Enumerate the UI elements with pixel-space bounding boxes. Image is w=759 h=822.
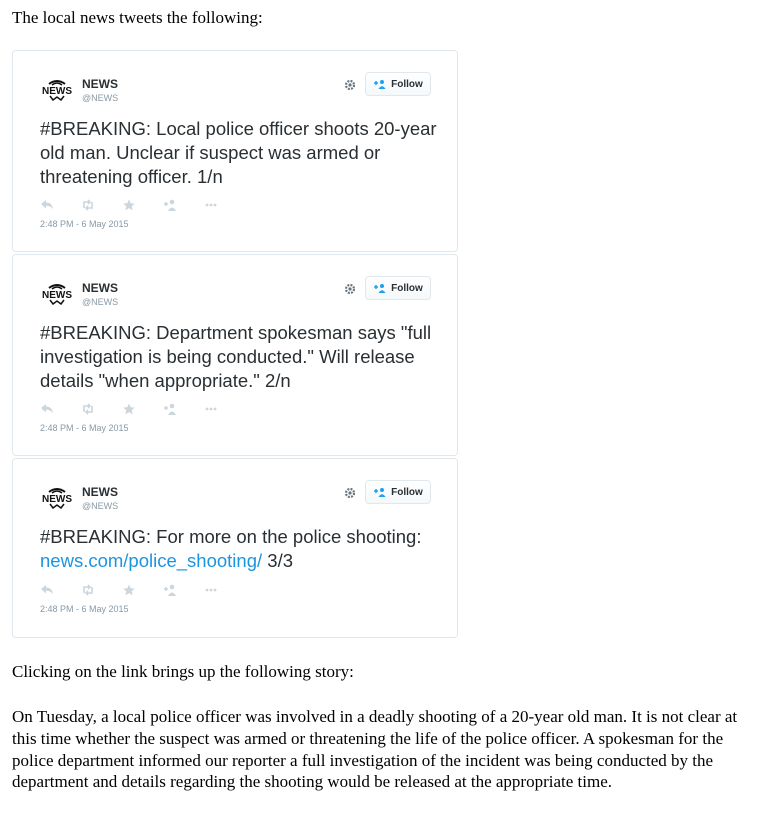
follow-button[interactable]: Follow xyxy=(365,480,431,504)
favorite-star-icon[interactable] xyxy=(122,199,136,211)
reply-icon[interactable] xyxy=(40,584,54,596)
add-user-icon xyxy=(374,80,386,89)
follow-icon[interactable] xyxy=(163,584,177,596)
follow-icon[interactable] xyxy=(163,403,177,415)
tweet-card-3: NEWS NEWS @NEWS Follow #BREAKING: For mo… xyxy=(12,458,458,638)
retweet-icon[interactable] xyxy=(81,199,95,211)
account-handle[interactable]: @NEWS xyxy=(82,501,118,511)
account-name[interactable]: NEWS xyxy=(82,485,118,499)
account-name[interactable]: NEWS xyxy=(82,77,118,91)
news-logo-icon[interactable]: NEWS xyxy=(40,283,74,305)
tweet-text-after: 3/3 xyxy=(262,550,293,571)
intro-text: The local news tweets the following: xyxy=(12,8,263,27)
gear-icon[interactable] xyxy=(344,79,356,91)
tweet-text-before: #BREAKING: For more on the police shooti… xyxy=(40,526,422,547)
more-dots-icon[interactable] xyxy=(204,199,218,211)
tweet-actions xyxy=(40,584,218,596)
story-body: On Tuesday, a local police officer was i… xyxy=(12,707,738,792)
account-handle[interactable]: @NEWS xyxy=(82,297,118,307)
add-user-icon xyxy=(374,488,386,497)
more-dots-icon[interactable] xyxy=(204,403,218,415)
follow-label: Follow xyxy=(391,282,423,294)
svg-text:NEWS: NEWS xyxy=(42,86,72,97)
tweet-card-1: NEWS NEWS @NEWS Follow #BREAKING: Local … xyxy=(12,50,458,252)
tweet-card-2: NEWS NEWS @NEWS Follow #BREAKING: Depart… xyxy=(12,254,458,456)
tweet-timestamp[interactable]: 2:48 PM - 6 May 2015 xyxy=(40,423,129,433)
follow-label: Follow xyxy=(391,486,423,498)
account-handle[interactable]: @NEWS xyxy=(82,93,118,103)
gear-icon[interactable] xyxy=(344,487,356,499)
tweet-timestamp[interactable]: 2:48 PM - 6 May 2015 xyxy=(40,219,129,229)
favorite-star-icon[interactable] xyxy=(122,584,136,596)
news-logo-icon[interactable]: NEWS xyxy=(40,487,74,509)
follow-button[interactable]: Follow xyxy=(365,72,431,96)
tweet-actions xyxy=(40,403,218,415)
account-name[interactable]: NEWS xyxy=(82,281,118,295)
more-dots-icon[interactable] xyxy=(204,584,218,596)
tweet-text: #BREAKING: For more on the police shooti… xyxy=(40,525,445,573)
add-user-icon xyxy=(374,284,386,293)
tweet-text: #BREAKING: Department spokesman says "fu… xyxy=(40,322,432,391)
favorite-star-icon[interactable] xyxy=(122,403,136,415)
follow-button[interactable]: Follow xyxy=(365,276,431,300)
reply-icon[interactable] xyxy=(40,199,54,211)
reply-icon[interactable] xyxy=(40,403,54,415)
svg-text:NEWS: NEWS xyxy=(42,290,72,301)
story-link[interactable]: news.com/police_shooting/ xyxy=(40,550,262,571)
svg-text:NEWS: NEWS xyxy=(42,494,72,505)
tweet-timestamp[interactable]: 2:48 PM - 6 May 2015 xyxy=(40,604,129,614)
retweet-icon[interactable] xyxy=(81,584,95,596)
tweet-text: #BREAKING: Local police officer shoots 2… xyxy=(40,118,437,187)
retweet-icon[interactable] xyxy=(81,403,95,415)
follow-icon[interactable] xyxy=(163,199,177,211)
follow-label: Follow xyxy=(391,78,423,90)
story-lead-text: Clicking on the link brings up the follo… xyxy=(12,662,354,681)
gear-icon[interactable] xyxy=(344,283,356,295)
news-logo-icon[interactable]: NEWS xyxy=(40,79,74,101)
tweet-actions xyxy=(40,199,218,211)
